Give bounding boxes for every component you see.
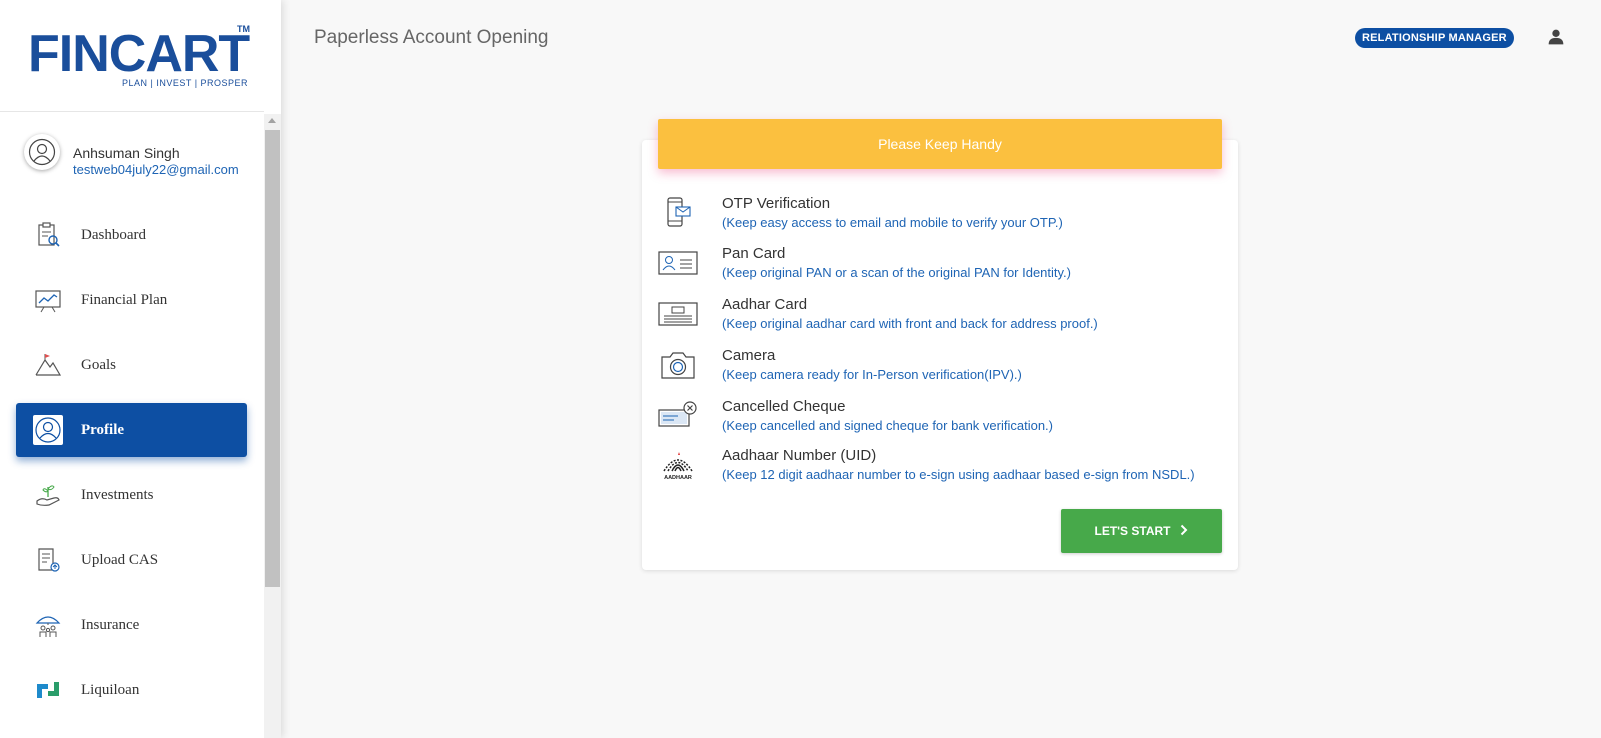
sidebar: FINCART TM PLAN | INVEST | PROSPER Anhsu…: [0, 0, 281, 738]
scroll-up-arrow-icon[interactable]: [268, 118, 276, 123]
sidebar-nav: Dashboard Financial Plan Goals Profile I…: [16, 208, 247, 728]
dashboard-icon: [33, 220, 63, 250]
svg-text:AADHAAR: AADHAAR: [664, 475, 692, 481]
user-name: Anhsuman Singh: [73, 145, 180, 161]
sidebar-item-label: Dashboard: [81, 227, 146, 243]
requirement-otp: OTP Verification (Keep easy access to em…: [658, 195, 1218, 239]
requirement-cancelled-cheque: Cancelled Cheque (Keep cancelled and sig…: [658, 398, 1218, 442]
requirement-desc: (Keep cancelled and signed cheque for ba…: [722, 418, 1053, 433]
page-title: Paperless Account Opening: [314, 27, 549, 48]
sidebar-item-goals[interactable]: Goals: [16, 338, 247, 392]
requirement-aadhaar-number: AADHAAR Aadhaar Number (UID) (Keep 12 di…: [658, 447, 1218, 491]
requirement-desc: (Keep 12 digit aadhaar number to e-sign …: [722, 467, 1195, 482]
requirement-title: Aadhaar Number (UID): [722, 447, 877, 464]
logo-area: FINCART TM PLAN | INVEST | PROSPER: [0, 0, 264, 112]
sidebar-scrollbar[interactable]: [264, 114, 281, 738]
sidebar-item-label: Upload CAS: [81, 552, 159, 568]
sidebar-item-label: Profile: [81, 422, 125, 438]
sidebar-item-investments[interactable]: Investments: [16, 468, 247, 522]
sidebar-item-label: Liquiloan: [81, 682, 140, 698]
camera-icon: [658, 347, 698, 383]
insurance-icon: [33, 610, 63, 640]
scrollbar-thumb[interactable]: [265, 130, 280, 587]
requirement-title: OTP Verification: [722, 195, 831, 212]
requirement-desc: (Keep easy access to email and mobile to…: [722, 215, 1063, 230]
requirement-desc: (Keep original PAN or a scan of the orig…: [722, 265, 1072, 280]
requirement-camera: Camera (Keep camera ready for In-Person …: [658, 347, 1218, 391]
investments-icon: [33, 480, 63, 510]
sidebar-item-financial-plan[interactable]: Financial Plan: [16, 273, 247, 327]
chevron-right-icon: [1180, 524, 1188, 539]
sidebar-item-upload-cas[interactable]: Upload CAS: [16, 533, 247, 587]
requirement-title: Aadhar Card: [722, 296, 808, 313]
user-profile: Anhsuman Singh testweb04july22@gmail.com: [24, 134, 260, 184]
aadhaar-logo-icon: AADHAAR: [658, 447, 698, 483]
sidebar-item-label: Investments: [81, 487, 154, 503]
upload-cas-icon: [33, 545, 63, 575]
requirement-aadhar-card: Aadhar Card (Keep original aadhar card w…: [658, 296, 1218, 340]
sidebar-item-label: Insurance: [81, 617, 140, 633]
sidebar-item-dashboard[interactable]: Dashboard: [16, 208, 247, 262]
profile-icon: [33, 415, 63, 445]
sidebar-item-insurance[interactable]: Insurance: [16, 598, 247, 652]
requirement-title: Camera: [722, 347, 776, 364]
pan-card-icon: [658, 245, 698, 281]
lets-start-label: LET'S START: [1094, 524, 1171, 538]
financial-plan-icon: [33, 285, 63, 315]
account-person-icon[interactable]: [1545, 26, 1567, 48]
sidebar-item-liquiloan[interactable]: Liquiloan: [16, 663, 247, 717]
requirement-pan-card: Pan Card (Keep original PAN or a scan of…: [658, 245, 1218, 289]
logo-wordmark: FINCART: [28, 25, 250, 83]
user-avatar-icon[interactable]: [24, 134, 60, 170]
sidebar-item-profile[interactable]: Profile: [16, 403, 247, 457]
card-header: Please Keep Handy: [658, 119, 1222, 169]
user-email: testweb04july22@gmail.com: [73, 162, 239, 177]
role-badge[interactable]: RELATIONSHIP MANAGER: [1355, 28, 1514, 48]
fincart-logo[interactable]: FINCART TM PLAN | INVEST | PROSPER: [28, 24, 254, 96]
cancelled-cheque-icon: [658, 398, 698, 434]
logo-tagline: PLAN | INVEST | PROSPER: [122, 78, 249, 88]
requirement-title: Pan Card: [722, 245, 786, 262]
sidebar-item-label: Financial Plan: [81, 292, 168, 308]
sidebar-item-label: Goals: [81, 357, 116, 373]
requirement-desc: (Keep original aadhar card with front an…: [722, 316, 1098, 331]
aadhar-card-icon: [658, 296, 698, 332]
logo-text: FINCART: [28, 25, 250, 83]
otp-phone-icon: [658, 195, 698, 231]
goals-icon: [33, 350, 63, 380]
requirement-title: Cancelled Cheque: [722, 398, 846, 415]
liquiloan-icon: [33, 675, 63, 705]
requirement-desc: (Keep camera ready for In-Person verific…: [722, 367, 1022, 382]
logo-trademark: TM: [237, 24, 250, 34]
lets-start-button[interactable]: LET'S START: [1061, 509, 1222, 553]
